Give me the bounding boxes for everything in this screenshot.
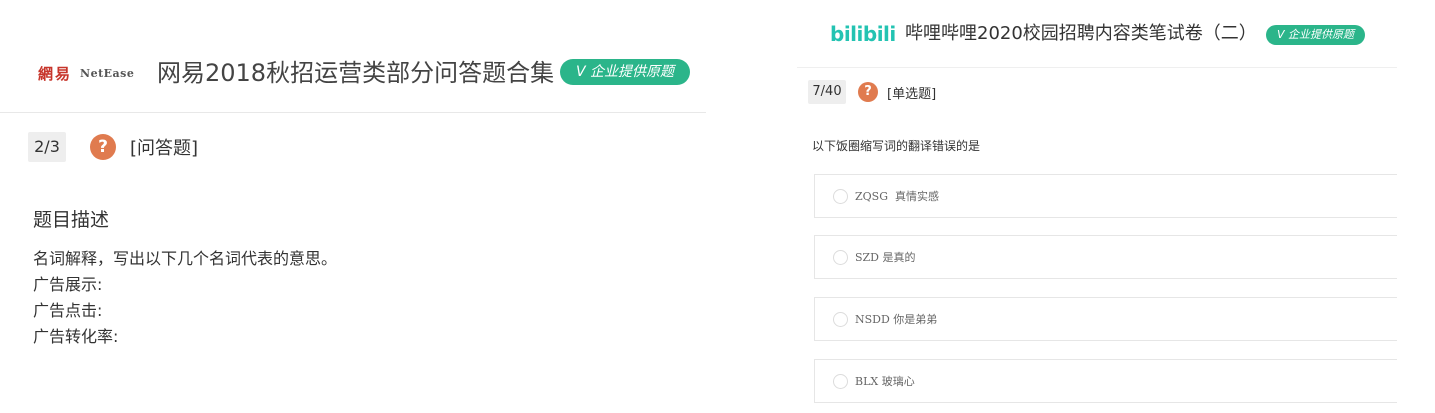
page-title: 哔哩哔哩2020校园招聘内容类笔试卷（二） <box>905 23 1257 44</box>
question-meta: 7/40 ? [单选题] <box>808 80 936 104</box>
description-line: 广告展示: <box>33 275 103 294</box>
company-provided-badge: V 企业提供原题 <box>560 59 690 85</box>
netease-header: 網易 NetEase 网易2018秋招运营类部分问答题合集 V 企业提供原题 <box>0 0 706 113</box>
question-counter: 2/3 <box>28 132 66 162</box>
answer-option[interactable]: ZQSG 真情实感 <box>814 174 1397 218</box>
description-line: 广告转化率: <box>33 327 119 346</box>
description-line: 名词解释，写出以下几个名词代表的意思。 <box>33 249 338 268</box>
question-type-label: [单选题] <box>887 86 937 102</box>
answer-option-label: NSDD 你是弟弟 <box>855 313 938 326</box>
netease-logo-en: NetEase <box>80 66 135 80</box>
radio-button[interactable] <box>833 188 848 204</box>
question-meta: 2/3 ? [问答题] <box>28 132 198 162</box>
answer-option[interactable]: SZD 是真的 <box>814 235 1397 279</box>
question-counter: 7/40 <box>808 80 846 104</box>
netease-question-panel: 網易 NetEase 网易2018秋招运营类部分问答题合集 V 企业提供原题 2… <box>0 0 706 413</box>
company-provided-badge: V 企业提供原题 <box>1266 25 1365 45</box>
radio-button[interactable] <box>833 249 848 265</box>
question-mark-icon: ? <box>858 82 878 102</box>
answer-option-label: SZD 是真的 <box>855 251 916 264</box>
answer-option-label: ZQSG 真情实感 <box>855 190 939 203</box>
question-prompt: 以下饭圈缩写词的翻译错误的是 <box>812 139 981 153</box>
bilibili-question-panel: bilibili 哔哩哔哩2020校园招聘内容类笔试卷（二） V 企业提供原题 … <box>797 0 1397 413</box>
description-heading: 题目描述 <box>33 209 110 231</box>
question-type-label: [问答题] <box>130 138 199 159</box>
radio-button[interactable] <box>833 373 848 389</box>
header-divider <box>797 67 1397 68</box>
radio-button[interactable] <box>833 311 848 327</box>
page-title: 网易2018秋招运营类部分问答题合集 <box>157 59 555 87</box>
netease-logo-cn: 網易 <box>38 64 73 83</box>
answer-option[interactable]: NSDD 你是弟弟 <box>814 297 1397 341</box>
description-line: 广告点击: <box>33 301 103 320</box>
bilibili-logo: bilibili <box>830 22 896 46</box>
question-mark-icon: ? <box>90 134 116 160</box>
answer-option[interactable]: BLX 玻璃心 <box>814 359 1397 403</box>
answer-option-label: BLX 玻璃心 <box>855 375 915 388</box>
question-description: 名词解释，写出以下几个名词代表的意思。 广告展示: 广告点击: 广告转化率: <box>33 246 337 350</box>
netease-logo: 網易 NetEase <box>38 62 134 84</box>
